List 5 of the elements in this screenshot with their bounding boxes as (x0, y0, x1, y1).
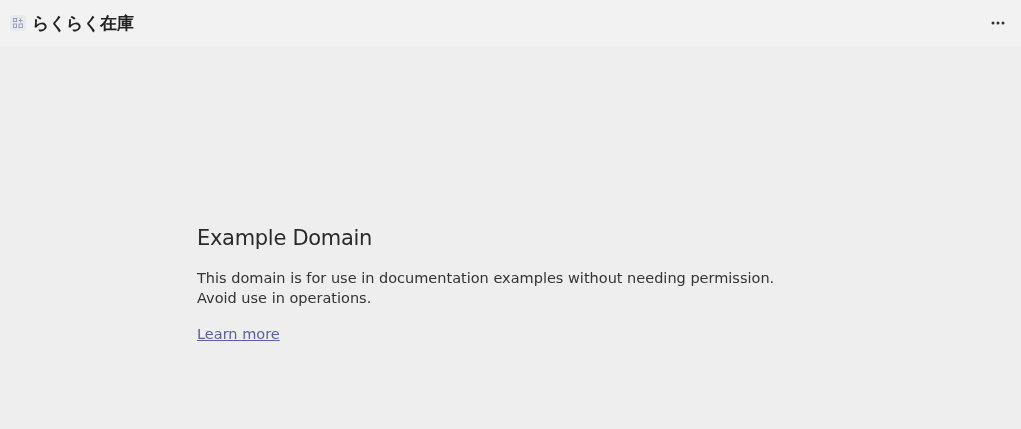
description-text: This domain is for use in documentation examples without needing permission. Avoid use in operations. (197, 269, 776, 308)
app-logo-icon (10, 15, 26, 31)
page-heading: Example Domain (197, 226, 374, 250)
learn-more-link[interactable]: Learn more (197, 326, 280, 342)
app-title: らくらく在庫 (32, 11, 134, 35)
